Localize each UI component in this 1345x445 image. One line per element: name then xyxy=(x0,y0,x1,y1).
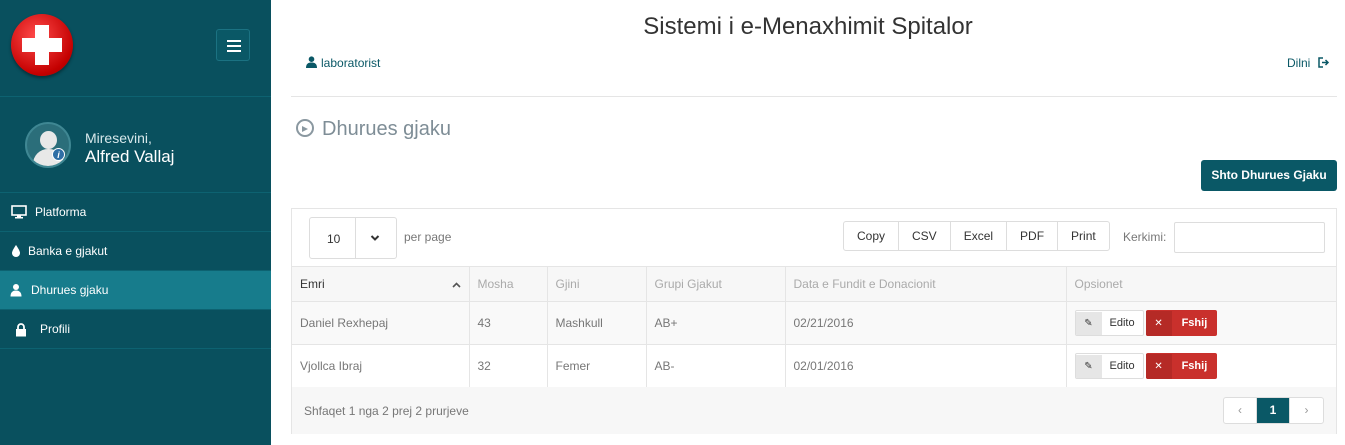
sidebar-item-profili[interactable]: Profili xyxy=(0,310,271,349)
delete-label: Fshij xyxy=(1181,360,1208,372)
logout-icon xyxy=(1317,57,1329,68)
cell-last-donation: 02/21/2016 xyxy=(785,301,1067,345)
page-title: Sistemi i e-Menaxhimit Spitalor xyxy=(643,13,973,40)
per-page-value: 10 xyxy=(327,232,341,246)
sidebar-item-banka[interactable]: Banka e gjakut xyxy=(0,232,271,271)
column-header-gjini[interactable]: Gjini xyxy=(547,266,647,302)
pdf-button[interactable]: PDF xyxy=(1007,222,1059,250)
close-icon: ✕ xyxy=(1145,311,1172,336)
table-footer: Shfaqet 1 nga 2 prej 2 prurjeve ‹ 1 › xyxy=(292,387,1336,434)
edit-button[interactable]: ✎ Edito xyxy=(1074,310,1144,336)
search-input[interactable] xyxy=(1174,222,1325,253)
column-header-emri[interactable]: Emri xyxy=(292,266,470,302)
cell-options: ✎ Edito ✕ Fshij xyxy=(1066,344,1336,388)
section-heading-label: Dhurues gjaku xyxy=(322,118,451,140)
logout-link[interactable]: Dilni xyxy=(1287,56,1330,70)
arrow-circle-icon xyxy=(296,119,314,137)
edit-button[interactable]: ✎ Edito xyxy=(1074,353,1144,379)
print-button[interactable]: Print xyxy=(1058,222,1109,250)
add-donor-button[interactable]: Shto Dhurues Gjaku xyxy=(1201,160,1337,191)
pencil-icon: ✎ xyxy=(1075,355,1102,378)
excel-button[interactable]: Excel xyxy=(951,222,1008,250)
page-1-button[interactable]: 1 xyxy=(1257,398,1290,423)
hospital-logo[interactable] xyxy=(11,14,73,76)
prev-page-button[interactable]: ‹ xyxy=(1224,398,1257,423)
sidebar-item-label: Dhurues gjaku xyxy=(31,283,109,297)
droplet-icon xyxy=(12,245,20,257)
avatar[interactable]: i xyxy=(25,122,71,168)
current-user-label: laboratorist xyxy=(321,56,381,70)
delete-label: Fshij xyxy=(1181,317,1208,329)
cell-options: ✎ Edito ✕ Fshij xyxy=(1066,301,1336,345)
close-icon: ✕ xyxy=(1145,354,1172,379)
cell-gender: Mashkull xyxy=(547,301,647,345)
per-page-label: per page xyxy=(404,230,452,244)
lock-icon xyxy=(16,323,26,337)
user-icon xyxy=(10,284,22,297)
search-label: Kerkimi: xyxy=(1123,230,1167,244)
export-button-group: Copy CSV Excel PDF Print xyxy=(843,221,1110,251)
menu-toggle-button[interactable] xyxy=(216,29,250,61)
delete-button[interactable]: ✕ Fshij xyxy=(1145,353,1218,379)
username: Alfred Vallaj xyxy=(85,147,175,166)
column-header-data[interactable]: Data e Fundit e Donacionit xyxy=(785,266,1067,302)
logo-area xyxy=(0,0,271,97)
copy-button[interactable]: Copy xyxy=(844,222,900,250)
edit-label: Edito xyxy=(1109,360,1135,372)
delete-button[interactable]: ✕ Fshij xyxy=(1145,310,1218,336)
user-profile: i Miresevini, Alfred Vallaj xyxy=(0,97,271,193)
section-heading: Dhurues gjaku xyxy=(296,118,451,141)
column-header-opsionet: Opsionet xyxy=(1066,266,1336,302)
cell-gender: Femer xyxy=(547,344,647,388)
cell-blood-group: AB+ xyxy=(646,301,786,345)
logout-label: Dilni xyxy=(1287,56,1311,70)
cell-name: Vjollca Ibraj xyxy=(292,344,470,388)
column-header-label: Emri xyxy=(300,277,325,291)
monitor-icon xyxy=(11,205,27,219)
edit-label: Edito xyxy=(1109,317,1135,329)
cell-age: 43 xyxy=(469,301,548,345)
column-header-grupi[interactable]: Grupi Gjakut xyxy=(646,266,786,302)
pagination: ‹ 1 › xyxy=(1223,397,1324,424)
cell-blood-group: AB- xyxy=(646,344,786,388)
welcome-text: Miresevini, xyxy=(85,130,152,146)
cell-last-donation: 02/01/2016 xyxy=(785,344,1067,388)
sort-ascending-icon xyxy=(451,282,461,288)
cell-name: Daniel Rexhepaj xyxy=(292,301,470,345)
next-page-button[interactable]: › xyxy=(1290,398,1323,423)
sidebar-item-platforma[interactable]: Platforma xyxy=(0,193,271,232)
cell-age: 32 xyxy=(469,344,548,388)
header-divider xyxy=(291,96,1337,97)
current-user-link[interactable]: laboratorist xyxy=(306,56,380,70)
donors-table: Emri Mosha Gjini Grupi Gjakut Data e Fun… xyxy=(292,266,1336,388)
pagination-info: Shfaqet 1 nga 2 prej 2 prurjeve xyxy=(304,404,469,418)
donors-table-panel: 10 per page Copy CSV Excel PDF Print Ker… xyxy=(291,208,1337,434)
pencil-icon: ✎ xyxy=(1075,312,1102,335)
user-icon xyxy=(306,56,317,68)
main-content: Sistemi i e-Menaxhimit Spitalor laborato… xyxy=(271,0,1345,445)
sidebar-item-label: Platforma xyxy=(35,205,87,219)
column-header-mosha[interactable]: Mosha xyxy=(469,266,548,302)
sidebar-item-label: Banka e gjakut xyxy=(28,244,108,258)
per-page-select[interactable]: 10 xyxy=(309,217,397,259)
sidebar-item-label: Profili xyxy=(40,322,71,336)
sidebar: i Miresevini, Alfred Vallaj Platforma Ba… xyxy=(0,0,271,445)
table-row: Vjollca Ibraj 32 Femer AB- 02/01/2016 ✎ E… xyxy=(292,344,1336,388)
table-row: Daniel Rexhepaj 43 Mashkull AB+ 02/21/20… xyxy=(292,301,1336,345)
csv-button[interactable]: CSV xyxy=(899,222,951,250)
sidebar-item-dhurues[interactable]: Dhurues gjaku xyxy=(0,271,271,310)
chevron-down-icon xyxy=(370,235,380,241)
